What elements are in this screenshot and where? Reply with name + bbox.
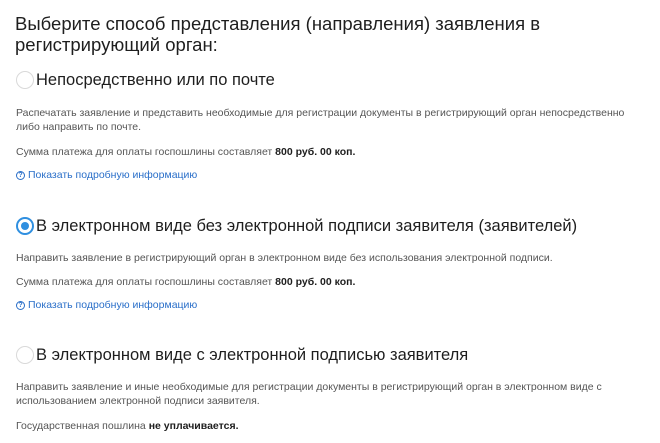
- option-electronic-signature-fee: Государственная пошлина не уплачивается.: [16, 420, 239, 432]
- option-post-fee-value: 800 руб. 00 коп.: [275, 146, 356, 158]
- option-electronic-signature-description: Направить заявление и иные необходимые д…: [16, 381, 602, 407]
- option-electronic-no-signature-description: Направить заявление в регистрирующий орг…: [16, 252, 553, 264]
- radio-empty-icon[interactable]: [16, 346, 34, 364]
- option-post-details-label[interactable]: Показать подробную информацию: [28, 169, 197, 181]
- option-electronic-no-signature-fee-value: 800 руб. 00 коп.: [275, 276, 356, 288]
- question-circle-icon: ?: [16, 300, 25, 310]
- option-electronic-signature-fee-value: не уплачивается.: [148, 420, 239, 432]
- option-post-radio-group[interactable]: Непосредственно или по почте: [16, 68, 275, 92]
- option-post-title[interactable]: Непосредственно или по почте: [36, 71, 275, 90]
- option-post-fee: Сумма платежа для оплаты госпошлины сост…: [16, 146, 356, 158]
- question-circle-icon: ?: [16, 170, 25, 180]
- option-post-details-link[interactable]: ? Показать подробную информацию: [16, 169, 197, 181]
- option-post-description: Распечатать заявление и представить необ…: [16, 107, 625, 133]
- option-electronic-signature-radio-group[interactable]: В электронном виде с электронной подпись…: [16, 343, 468, 367]
- option-electronic-no-signature-details-link[interactable]: ? Показать подробную информацию: [16, 299, 197, 311]
- radio-selected-icon[interactable]: [16, 217, 34, 235]
- option-electronic-no-signature-radio-group[interactable]: В электронном виде без электронной подпи…: [16, 214, 577, 238]
- option-electronic-no-signature-title[interactable]: В электронном виде без электронной подпи…: [36, 217, 577, 236]
- radio-empty-icon[interactable]: [16, 71, 34, 89]
- page-title: Выберите способ представления (направлен…: [15, 13, 541, 55]
- payment-method-page: Выберите способ представления (направлен…: [0, 0, 660, 443]
- option-electronic-no-signature-details-label[interactable]: Показать подробную информацию: [28, 299, 197, 311]
- option-electronic-no-signature-fee: Сумма платежа для оплаты госпошлины сост…: [16, 276, 356, 288]
- option-electronic-signature-title[interactable]: В электронном виде с электронной подпись…: [36, 346, 468, 365]
